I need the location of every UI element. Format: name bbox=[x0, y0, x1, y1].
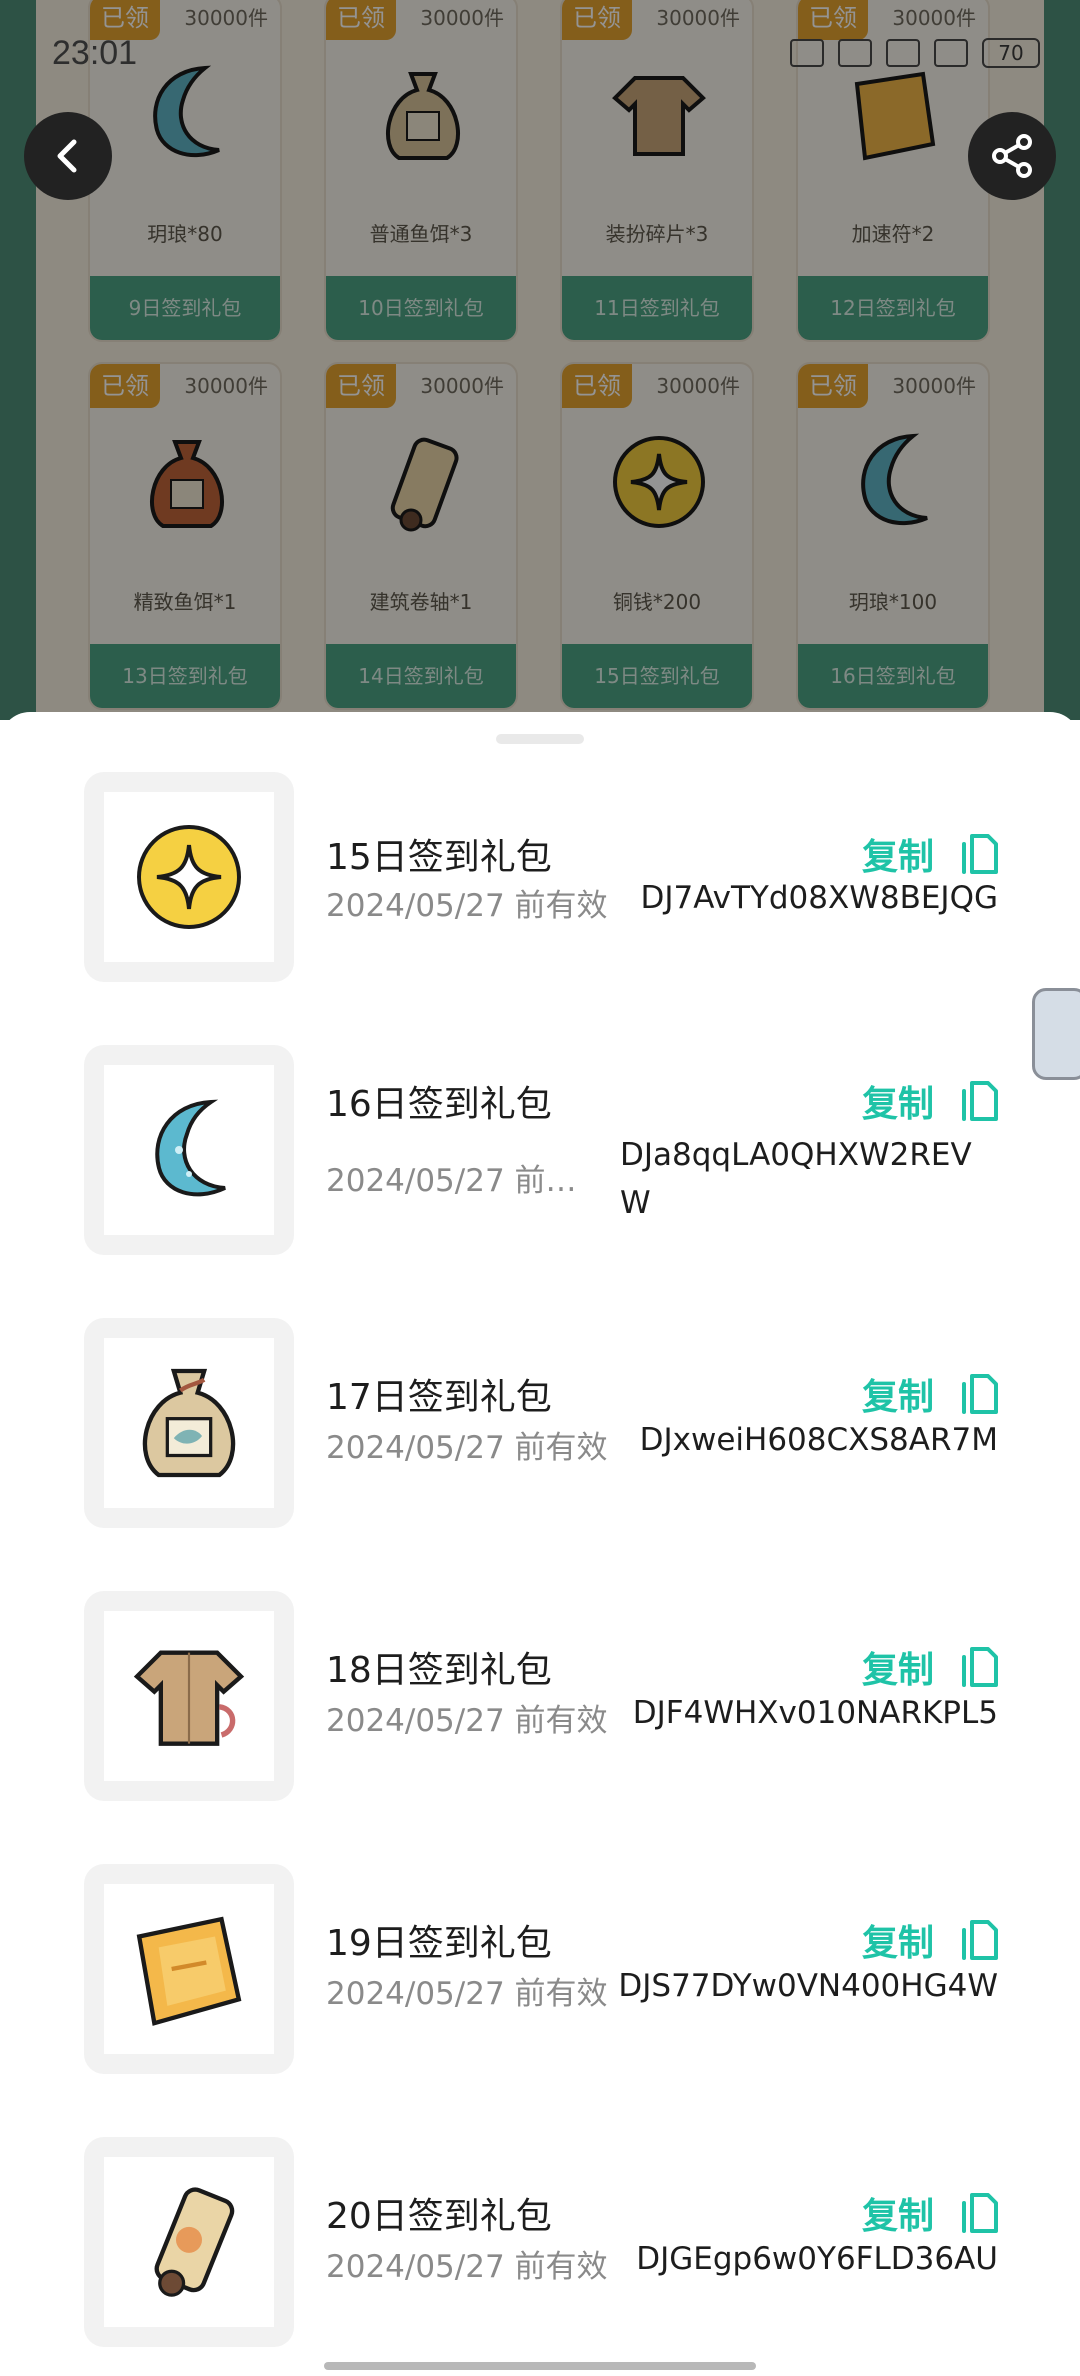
gift-title: 19日签到礼包 bbox=[326, 1923, 552, 1964]
copy-button[interactable]: 复制 bbox=[862, 1368, 1000, 1420]
signal-5g-icon bbox=[886, 39, 920, 67]
copy-button[interactable]: 复制 bbox=[862, 1641, 1000, 1693]
copy-label: 复制 bbox=[861, 2196, 934, 2237]
moon-icon bbox=[155, 1099, 226, 1197]
copy-label: 复制 bbox=[861, 837, 934, 878]
gift-row: 16日签到礼包 2024/05/27 前… DJa8qqLA0QHXW2REVW… bbox=[0, 1045, 1080, 1255]
gift-thumbnail bbox=[84, 1318, 294, 1528]
gift-code: DJa8qqLA0QHXW2REVW bbox=[620, 1137, 972, 1221]
gift-expiry: 2024/05/27 前有效 bbox=[326, 2249, 608, 2285]
copy-button[interactable]: 复制 bbox=[862, 2187, 1000, 2239]
battery-icon: 70 bbox=[982, 38, 1040, 68]
copy-icon bbox=[962, 1374, 998, 1414]
scroll-roll-icon bbox=[154, 2187, 235, 2297]
gift-code: DJGEgp6w0Y6FLD36AU bbox=[636, 2241, 998, 2277]
share-icon bbox=[992, 134, 1032, 178]
gift-thumbnail bbox=[84, 1864, 294, 2074]
gift-code: DJS77DYw0VN400HG4W bbox=[618, 1968, 998, 2004]
floating-assistant-button[interactable] bbox=[1032, 988, 1080, 1080]
chevron-left-icon bbox=[57, 139, 77, 173]
gift-row: 18日签到礼包 2024/05/27 前有效 DJF4WHXv010NARKPL… bbox=[0, 1591, 1080, 1801]
status-time: 23:01 bbox=[52, 34, 138, 72]
copy-button[interactable]: 复制 bbox=[862, 1914, 1000, 1966]
gift-title: 17日签到礼包 bbox=[326, 1377, 552, 1418]
fish-bag-icon bbox=[142, 1368, 236, 1478]
home-indicator[interactable] bbox=[324, 2362, 756, 2370]
drag-handle[interactable] bbox=[496, 734, 584, 744]
gift-title: 20日签到礼包 bbox=[326, 2196, 552, 2237]
gift-row: 20日签到礼包 2024/05/27 前有效 DJGEgp6w0Y6FLD36A… bbox=[0, 2137, 1080, 2347]
gift-thumbnail bbox=[84, 1045, 294, 1255]
copy-icon bbox=[962, 1081, 998, 1121]
gift-code: DJ7AvTYd08XW8BEJQG bbox=[640, 880, 999, 916]
gift-code: DJF4WHXv010NARKPL5 bbox=[632, 1695, 998, 1731]
status-bar: 23:01 70 bbox=[0, 0, 1080, 110]
wifi-icon bbox=[934, 39, 968, 67]
gift-row: 17日签到礼包 2024/05/27 前有效 DJxweiH608CXS8AR7… bbox=[0, 1318, 1080, 1528]
gift-expiry: 2024/05/27 前有效 bbox=[326, 888, 608, 924]
copy-button[interactable]: 复制 bbox=[862, 828, 1000, 880]
gift-expiry: 2024/05/27 前有效 bbox=[326, 1703, 608, 1739]
gift-expiry: 2024/05/27 前有效 bbox=[326, 1430, 608, 1466]
gift-title: 18日签到礼包 bbox=[326, 1650, 552, 1691]
copy-icon bbox=[962, 834, 998, 874]
copy-icon bbox=[962, 1647, 998, 1687]
copy-icon bbox=[962, 1920, 998, 1960]
back-button[interactable] bbox=[24, 112, 112, 200]
share-button[interactable] bbox=[968, 112, 1056, 200]
copy-label: 复制 bbox=[861, 1084, 934, 1125]
copy-label: 复制 bbox=[861, 1923, 934, 1964]
gift-code-sheet: 15日签到礼包 2024/05/27 前有效 DJ7AvTYd08XW8BEJQ… bbox=[0, 712, 1080, 2376]
gift-code: DJxweiH608CXS8AR7M bbox=[639, 1422, 998, 1458]
gift-expiry: 2024/05/27 前… bbox=[326, 1163, 577, 1199]
gift-title: 16日签到礼包 bbox=[326, 1084, 552, 1125]
gift-thumbnail bbox=[84, 2137, 294, 2347]
copy-label: 复制 bbox=[861, 1650, 934, 1691]
scroll-flat-icon bbox=[136, 1916, 242, 2026]
status-icons: 70 bbox=[790, 38, 1040, 68]
gift-row: 15日签到礼包 2024/05/27 前有效 DJ7AvTYd08XW8BEJQ… bbox=[0, 772, 1080, 982]
hd-icon bbox=[790, 39, 824, 67]
gift-row: 19日签到礼包 2024/05/27 前有效 DJS77DYw0VN400HG4… bbox=[0, 1864, 1080, 2074]
copy-label: 复制 bbox=[861, 1377, 934, 1418]
gift-thumbnail bbox=[84, 1591, 294, 1801]
gift-thumbnail bbox=[84, 772, 294, 982]
gift-title: 15日签到礼包 bbox=[326, 837, 552, 878]
signal-5g-icon bbox=[838, 39, 872, 67]
shirt-icon bbox=[133, 1650, 245, 1746]
gift-expiry: 2024/05/27 前有效 bbox=[326, 1976, 608, 2012]
copy-icon bbox=[962, 2193, 998, 2233]
copy-button[interactable]: 复制 bbox=[862, 1075, 1000, 1127]
coin-icon bbox=[137, 825, 241, 929]
